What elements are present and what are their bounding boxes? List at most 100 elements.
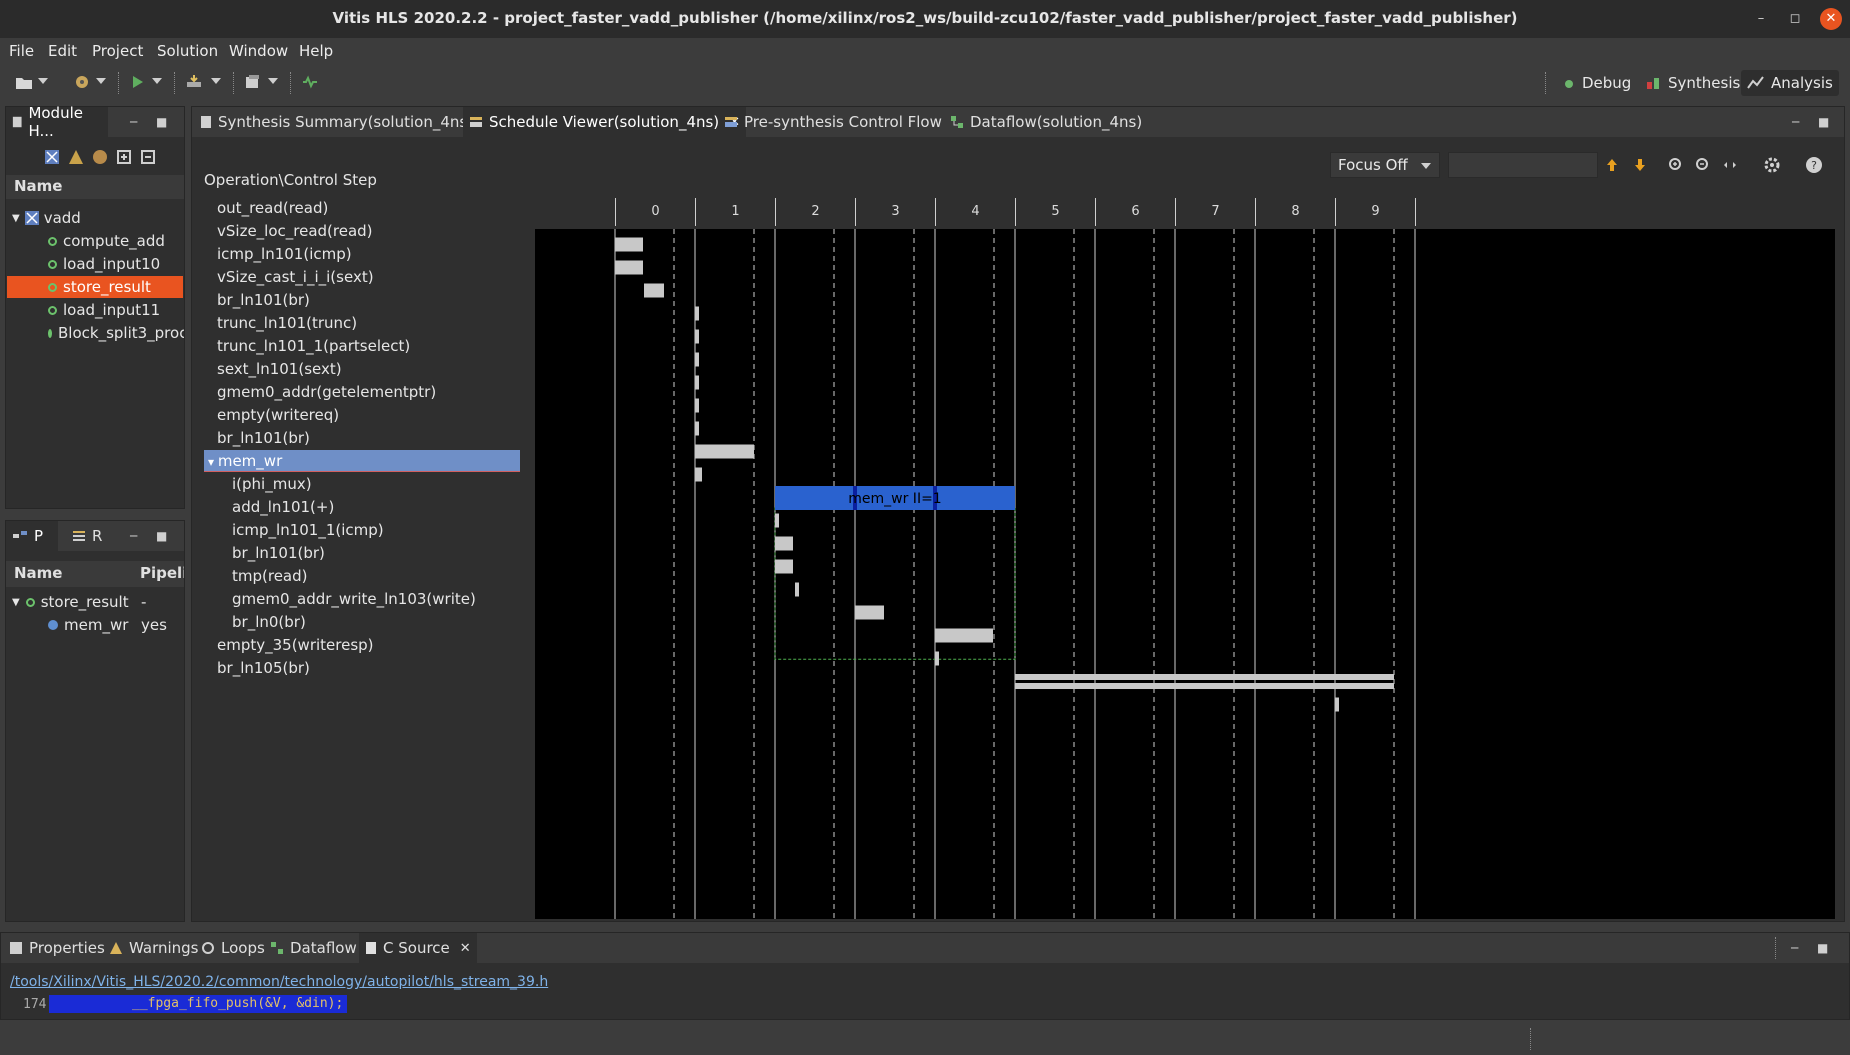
tab-schedule-viewer[interactable]: Schedule Viewer(solution_4ns) ✕ [463, 107, 747, 137]
maximize-button[interactable]: ◻ [1784, 8, 1806, 30]
tree-item-compute-add[interactable]: compute_add [48, 230, 165, 252]
operation-row[interactable]: sext_ln101(sext) [217, 358, 342, 380]
operation-row[interactable]: gmem0_addr(getelementptr) [217, 381, 436, 403]
tree-item-load-input11[interactable]: load_input11 [48, 299, 160, 321]
operation-row[interactable]: icmp_ln101(icmp) [217, 243, 352, 265]
column-pipelined-header[interactable]: Pipelin [140, 564, 184, 582]
chevron-down-icon[interactable] [152, 78, 162, 84]
open-folder-icon[interactable] [14, 73, 34, 91]
menu-project[interactable]: Project [92, 42, 143, 60]
chevron-down-icon[interactable] [96, 78, 106, 84]
tree-item-load-input10[interactable]: load_input10 [48, 253, 160, 275]
perspective-debug[interactable]: Debug [1556, 70, 1637, 96]
chevron-down-icon[interactable] [38, 78, 48, 84]
tab-warnings[interactable]: Warnings [109, 933, 199, 963]
tab-resource[interactable]: R [66, 521, 110, 551]
maximize-icon[interactable]: ■ [1818, 115, 1829, 129]
tab-control-flow[interactable]: Pre-synthesis Control Flow [718, 107, 948, 137]
search-input[interactable] [1448, 152, 1598, 178]
operation-row[interactable]: empty_35(writeresp) [217, 634, 374, 656]
close-tab-icon[interactable]: ✕ [460, 941, 471, 956]
open-wave-viewer-icon[interactable] [300, 73, 320, 91]
operation-row[interactable]: gmem0_addr_write_ln103(write) [232, 588, 476, 610]
expand-arrow-icon[interactable]: ▾ [208, 455, 218, 469]
chevron-down-icon[interactable] [211, 78, 221, 84]
zoom-out-icon[interactable] [1695, 157, 1711, 173]
help-icon[interactable]: ? [1805, 156, 1823, 174]
operation-row[interactable]: br_ln101(br) [217, 289, 310, 311]
operation-row[interactable]: vSize_loc_read(read) [217, 220, 373, 242]
tab-loops[interactable]: Loops [201, 933, 265, 963]
zoom-in-icon[interactable] [1668, 157, 1684, 173]
expand-arrow-icon[interactable]: ▼ [12, 213, 20, 224]
operation-row[interactable]: i(phi_mux) [232, 473, 312, 495]
tab-dataflow[interactable]: Dataflow [270, 933, 357, 963]
table-row[interactable]: ▼ store_result - [12, 591, 184, 613]
tab-module-hierarchy-label: Module H... [28, 104, 83, 140]
menu-help[interactable]: Help [299, 42, 333, 60]
menu-edit[interactable]: Edit [48, 42, 77, 60]
line-number: 174 [23, 997, 47, 1012]
loop-icon [202, 942, 214, 954]
operation-row[interactable]: out_read(read) [217, 197, 328, 219]
tab-pipeline[interactable]: P [6, 521, 58, 551]
expand-all-icon[interactable] [116, 149, 132, 165]
run-icon[interactable] [128, 73, 148, 91]
menu-solution[interactable]: Solution [157, 42, 218, 60]
tree-item-block-split3-proc[interactable]: Block_split3_proc [48, 322, 184, 344]
resource-icon[interactable] [92, 149, 108, 165]
tree-root-vadd[interactable]: ▼ vadd [12, 207, 81, 229]
menu-window[interactable]: Window [229, 42, 288, 60]
table-row[interactable]: mem_wr yes [48, 614, 184, 636]
tab-synthesis-summary[interactable]: Synthesis Summary(solution_4ns) [194, 107, 479, 137]
export-rtl-icon[interactable] [184, 73, 204, 91]
arrow-up-icon[interactable] [1604, 157, 1620, 173]
chevron-down-icon[interactable] [268, 78, 278, 84]
arrow-down-icon[interactable] [1632, 157, 1648, 173]
expand-arrow-icon[interactable]: ▼ [12, 597, 20, 608]
fit-icon[interactable] [1722, 157, 1738, 173]
loop-row[interactable]: ▾ mem_wr [204, 450, 520, 472]
new-solution-icon[interactable] [72, 73, 92, 91]
minimize-button[interactable]: – [1750, 8, 1772, 30]
close-button[interactable]: ✕ [1820, 8, 1842, 30]
operation-row[interactable]: br_ln0(br) [232, 611, 306, 633]
operation-row[interactable]: icmp_ln101_1(icmp) [232, 519, 384, 541]
compare-reports-icon[interactable] [243, 73, 263, 91]
column-name-header[interactable]: Name [14, 177, 62, 195]
module-icon[interactable] [44, 149, 60, 165]
minimize-icon[interactable]: ─ [1792, 115, 1799, 129]
operation-row[interactable]: add_ln101(+) [232, 496, 334, 518]
tab-c-source[interactable]: C Source ✕ [359, 933, 477, 963]
settings-gear-icon[interactable] [1763, 156, 1781, 174]
op-bar [695, 329, 699, 344]
tab-properties[interactable]: Properties [9, 933, 105, 963]
minimize-icon[interactable]: ─ [130, 115, 137, 129]
minimize-icon[interactable]: ─ [1791, 941, 1798, 955]
minimize-icon[interactable]: ─ [130, 529, 137, 543]
focus-select[interactable]: Focus Off [1330, 152, 1440, 178]
menu-file[interactable]: File [9, 42, 34, 60]
perspective-synthesis[interactable]: Synthesis [1640, 70, 1746, 96]
operation-row[interactable]: vSize_cast_i_i_i(sext) [217, 266, 374, 288]
tab-module-hierarchy[interactable]: Module H... [6, 104, 108, 140]
operation-row[interactable]: empty(writereq) [217, 404, 339, 426]
operation-row[interactable]: br_ln105(br) [217, 657, 310, 679]
pipeline-column-header: Name Pipelin [6, 561, 184, 587]
schedule-canvas[interactable]: mem_wr II=1 [535, 229, 1835, 919]
maximize-icon[interactable]: ■ [156, 115, 167, 129]
operation-row[interactable]: br_ln101(br) [217, 427, 310, 449]
operation-row[interactable]: br_ln101(br) [232, 542, 325, 564]
maximize-icon[interactable]: ■ [156, 529, 167, 543]
operation-row[interactable]: trunc_ln101(trunc) [217, 312, 357, 334]
maximize-icon[interactable]: ■ [1817, 941, 1828, 955]
tab-dataflow[interactable]: Dataflow(solution_4ns) [944, 107, 1148, 137]
tree-item-store-result[interactable]: store_result [7, 276, 183, 298]
column-name-header[interactable]: Name [14, 564, 62, 582]
warning-icon[interactable] [68, 149, 84, 165]
operation-row[interactable]: trunc_ln101_1(partselect) [217, 335, 410, 357]
operation-row[interactable]: tmp(read) [232, 565, 308, 587]
source-file-link[interactable]: /tools/Xilinx/Vitis_HLS/2020.2/common/te… [10, 974, 548, 990]
collapse-all-icon[interactable] [140, 149, 156, 165]
perspective-analysis[interactable]: Analysis [1741, 70, 1839, 96]
